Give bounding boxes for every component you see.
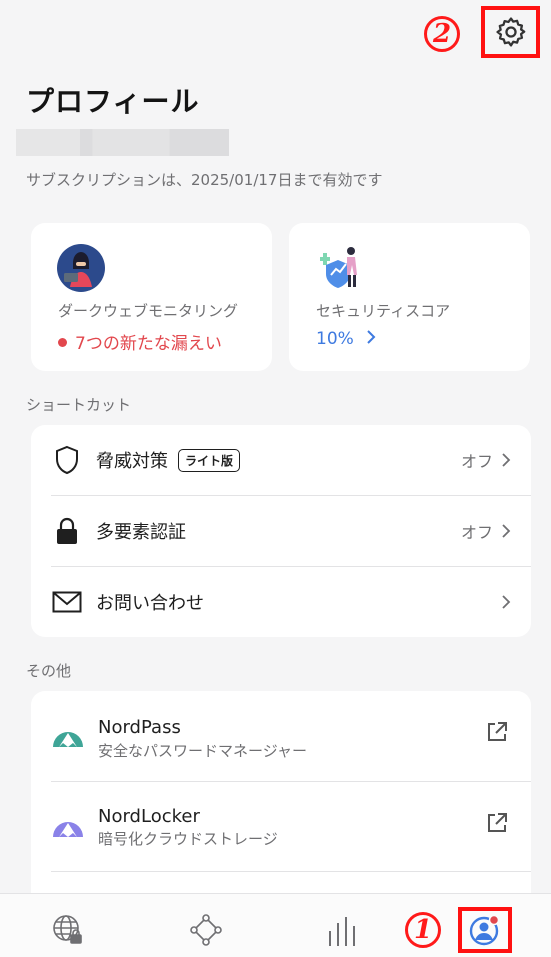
settings-button[interactable]	[481, 6, 540, 58]
shield-score-icon	[320, 247, 357, 288]
mfa-value: オフ	[461, 519, 511, 543]
mail-icon	[51, 586, 83, 618]
nav-stats[interactable]	[326, 912, 362, 948]
mfa-state: オフ	[460, 523, 493, 542]
nav-meshnet[interactable]	[188, 912, 224, 948]
threat-protection-text: 脅威対策	[96, 451, 168, 472]
security-score-card[interactable]: セキュリティスコア 10%	[289, 223, 530, 371]
other-apps-list: NordPass 安全なパスワードマネージャー NordLocker 暗号化クラ…	[31, 691, 531, 901]
contact-chevron	[493, 594, 511, 610]
subscription-status: サブスクリプションは、2025/01/17日まで有効です	[26, 171, 383, 189]
annotation-2: 2	[424, 16, 460, 52]
nordpass-description: 安全なパスワードマネージャー	[98, 742, 307, 760]
contact-row[interactable]: お問い合わせ	[31, 567, 531, 637]
external-link-icon	[488, 722, 507, 741]
threat-protection-state: オフ	[460, 452, 493, 471]
shield-icon	[51, 444, 83, 476]
threat-protection-label: 脅威対策 ライト版	[96, 447, 241, 473]
shortcuts-list: 脅威対策 ライト版 オフ 多要素認証 オフ お問い合わせ	[31, 425, 531, 637]
redacted-email	[16, 129, 229, 156]
threat-protection-row[interactable]: 脅威対策 ライト版 オフ	[31, 425, 531, 495]
lite-badge: ライト版	[178, 448, 241, 472]
divider	[51, 871, 531, 872]
nordpass-logo-icon	[53, 732, 83, 747]
lock-icon	[51, 515, 83, 547]
nordlocker-row[interactable]: NordLocker 暗号化クラウドストレージ	[31, 782, 531, 870]
alert-dot-icon	[58, 338, 67, 347]
shortcuts-section-label: ショートカット	[26, 396, 132, 414]
nordlocker-name: NordLocker	[98, 806, 200, 827]
chevron-right-icon	[502, 524, 511, 538]
nav-profile[interactable]	[458, 907, 512, 953]
chevron-right-icon	[502, 595, 511, 609]
dark-web-status-text: 7つの新たな漏えい	[75, 334, 222, 354]
page-title: プロフィール	[26, 85, 200, 118]
nordlocker-logo-icon	[53, 822, 83, 837]
nordlocker-description: 暗号化クラウドストレージ	[98, 830, 278, 848]
dark-web-label: ダークウェブモニタリング	[58, 302, 239, 320]
mfa-row[interactable]: 多要素認証 オフ	[31, 496, 531, 566]
profile-icon	[469, 914, 500, 946]
contact-label: お問い合わせ	[96, 593, 204, 614]
security-score-value: 10%	[316, 329, 354, 349]
threat-protection-value: オフ	[461, 448, 511, 472]
nav-vpn[interactable]	[50, 912, 86, 948]
globe-lock-icon	[53, 915, 82, 944]
dark-web-monitoring-card[interactable]: ダークウェブモニタリング 7つの新たな漏えい	[31, 223, 272, 371]
mfa-label: 多要素認証	[96, 522, 186, 543]
nordpass-name: NordPass	[98, 717, 181, 738]
chevron-right-icon	[502, 453, 511, 467]
security-score-status: 10%	[316, 329, 377, 349]
chevron-right-icon	[367, 330, 376, 344]
gear-icon	[495, 17, 525, 47]
other-section-label: その他	[26, 662, 72, 680]
annotation-1: 1	[405, 912, 441, 948]
meshnet-icon	[190, 914, 222, 946]
hacker-icon	[57, 244, 105, 292]
security-score-label: セキュリティスコア	[316, 302, 451, 320]
dark-web-status: 7つの新たな漏えい	[58, 329, 222, 354]
nordpass-row[interactable]: NordPass 安全なパスワードマネージャー	[31, 691, 531, 781]
bar-stats-icon	[329, 917, 355, 946]
external-link-icon	[488, 813, 507, 832]
